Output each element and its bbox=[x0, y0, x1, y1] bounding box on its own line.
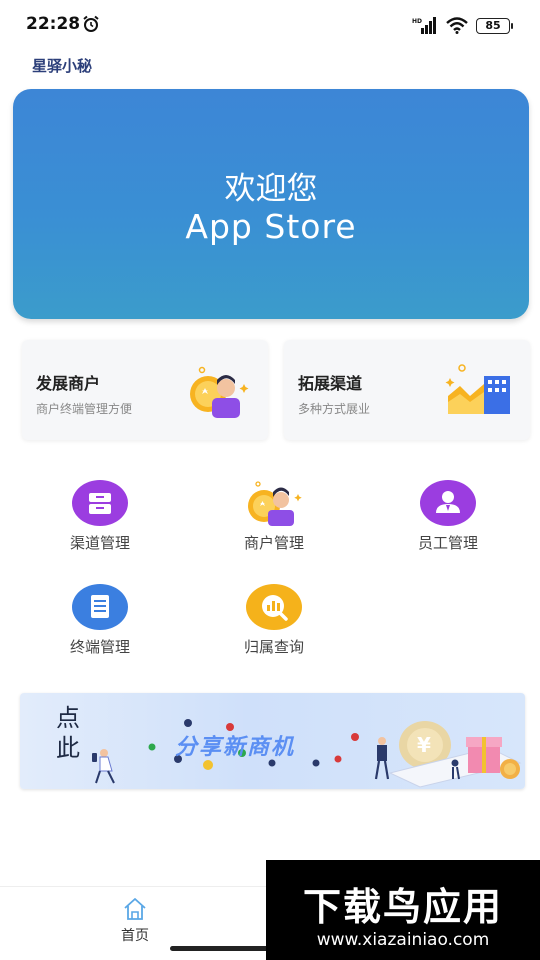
search-chart-icon bbox=[246, 584, 302, 630]
person-icon bbox=[420, 480, 476, 526]
app-title: 星驿小秘 bbox=[32, 57, 93, 75]
expand-channel-card[interactable]: 拓展渠道 多种方式展业 bbox=[284, 340, 530, 440]
status-time: 22:28 bbox=[26, 14, 81, 34]
wifi-icon bbox=[446, 17, 468, 34]
document-icon bbox=[72, 584, 128, 630]
card-subtitle: 多种方式展业 bbox=[298, 402, 371, 416]
grid-label: 渠道管理 bbox=[69, 534, 130, 552]
svg-text:HD: HD bbox=[412, 18, 422, 25]
merchant-management-item[interactable]: 商户管理 bbox=[214, 480, 334, 560]
merchant-icon bbox=[248, 481, 302, 526]
card-subtitle: 商户终端管理方便 bbox=[36, 402, 133, 416]
nav-home-tab[interactable]: 首页 bbox=[110, 895, 160, 945]
card-title: 拓展渠道 bbox=[298, 374, 363, 393]
grid-label: 员工管理 bbox=[417, 534, 478, 552]
box-icon bbox=[72, 480, 128, 526]
card-title: 发展商户 bbox=[36, 374, 101, 393]
terminal-management-item[interactable]: 终端管理 bbox=[40, 584, 160, 664]
channel-chart-illustration-icon bbox=[445, 364, 510, 414]
channel-management-item[interactable]: 渠道管理 bbox=[40, 480, 160, 560]
grid-label: 商户管理 bbox=[243, 534, 304, 552]
ownership-query-item[interactable]: 归属查询 bbox=[214, 584, 334, 664]
alarm-clock-icon bbox=[83, 15, 99, 32]
develop-merchant-card[interactable]: 发展商户 商户终端管理方便 bbox=[22, 340, 268, 440]
watermark-logo: 下载鸟应用 www.xiazainiao.com bbox=[266, 860, 540, 960]
welcome-banner[interactable]: 欢迎您 App Store bbox=[13, 89, 529, 319]
watermark-brand: 下载鸟应用 bbox=[302, 885, 503, 929]
store-name-text: App Store bbox=[185, 207, 357, 246]
grid-label: 终端管理 bbox=[69, 638, 130, 656]
cellular-signal-icon: HD bbox=[412, 17, 436, 34]
home-icon bbox=[124, 898, 146, 920]
merchant-illustration-icon bbox=[190, 366, 249, 418]
staff-management-item[interactable]: 员工管理 bbox=[388, 480, 508, 560]
tap-here-text: 点此 bbox=[56, 704, 80, 762]
share-opportunity-banner[interactable]: 分享新商机 点此 ¥ bbox=[20, 693, 525, 789]
coin-symbol: ¥ bbox=[417, 733, 431, 757]
nav-home-label: 首页 bbox=[121, 928, 149, 944]
watermark-url: www.xiazainiao.com bbox=[316, 930, 490, 950]
promo-text: 分享新商机 bbox=[175, 735, 296, 760]
welcome-text: 欢迎您 bbox=[224, 171, 318, 207]
grid-label: 归属查询 bbox=[243, 638, 304, 656]
status-bar: 22:28 HD 85 bbox=[0, 0, 540, 50]
battery-indicator: 85 bbox=[476, 18, 513, 34]
